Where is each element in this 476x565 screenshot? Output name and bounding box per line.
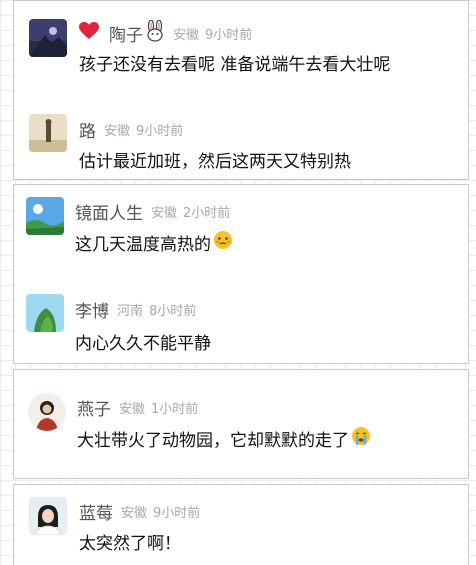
- comment-time: 8小时前: [149, 304, 197, 319]
- comment-item: 镜面人生 安徽 2小时前 这几天温度高热的: [14, 185, 468, 275]
- comment-text-content: 这几天温度高热的: [75, 235, 211, 255]
- comment-item: 蓝莓 安徽 9小时前 太突然了啊！: [14, 485, 468, 565]
- comment-card: 燕子 安徽 1小时前 大壮带火了动物园，它却默默的走了: [13, 369, 469, 479]
- comment-card: 陶子 安徽 9小时前 孩子还没有去看呢 准备说端午去看大壮呢 路 安徽 9小时前…: [13, 0, 469, 180]
- comment-location: 安徽: [121, 506, 148, 521]
- comment-location: 安徽: [151, 206, 178, 221]
- comment-text: 太突然了啊！: [79, 529, 181, 554]
- avatar[interactable]: [29, 497, 67, 535]
- heart-icon: [79, 22, 99, 44]
- comment-card: 蓝莓 安徽 9小时前 太突然了啊！: [13, 484, 469, 565]
- comment-header: 蓝莓 安徽 9小时前: [79, 499, 200, 524]
- comment-card: 镜面人生 安徽 2小时前 这几天温度高热的 李博 河南 8小时前 内心久久不能平…: [13, 184, 469, 364]
- comment-time: 9小时前: [153, 506, 201, 521]
- comment-text-content: 大壮带火了动物园，它却默默的走了: [77, 431, 349, 451]
- comment-location: 安徽: [173, 27, 200, 43]
- commenter-name[interactable]: 李博: [75, 297, 109, 322]
- commenter-name[interactable]: 路: [79, 117, 96, 142]
- comment-text: 内心久久不能平静: [75, 329, 211, 354]
- commenter-name[interactable]: 陶子: [109, 21, 143, 46]
- comment-text-content: 内心久久不能平静: [75, 334, 211, 354]
- comment-item: 陶子 安徽 9小时前 孩子还没有去看呢 准备说端午去看大壮呢: [14, 1, 468, 91]
- comment-text: 大壮带火了动物园，它却默默的走了: [77, 426, 371, 451]
- comment-location: 安徽: [119, 402, 146, 417]
- comment-item: 燕子 安徽 1小时前 大壮带火了动物园，它却默默的走了: [14, 370, 468, 480]
- bunny-icon: [145, 19, 165, 46]
- comment-time: 1小时前: [151, 402, 199, 417]
- comment-text: 孩子还没有去看呢 准备说端午去看大壮呢: [79, 50, 390, 75]
- commenter-name[interactable]: 燕子: [77, 395, 111, 420]
- comment-text: 估计最近加班，然后这两天又特别热: [79, 147, 351, 172]
- comment-text-content: 太突然了啊！: [79, 534, 181, 554]
- comment-text-content: 孩子还没有去看呢 准备说端午去看大壮呢: [79, 55, 391, 75]
- comment-item: 路 安徽 9小时前 估计最近加班，然后这两天又特别热: [14, 93, 468, 181]
- avatar[interactable]: [29, 19, 67, 57]
- crying-face-emoji: [351, 426, 371, 451]
- comment-time: 9小时前: [205, 27, 253, 43]
- comment-header: 镜面人生 安徽 2小时前: [75, 199, 230, 224]
- comment-location: 安徽: [104, 124, 131, 139]
- avatar[interactable]: [26, 197, 64, 235]
- comment-header: 燕子 安徽 1小时前: [77, 395, 198, 420]
- comment-time: 9小时前: [136, 124, 184, 139]
- avatar[interactable]: [29, 114, 67, 152]
- comment-text: 这几天温度高热的: [75, 230, 233, 255]
- comment-header: 李博 河南 8小时前: [75, 297, 196, 322]
- comment-header: 陶子 安徽 9小时前: [79, 19, 253, 46]
- comment-location: 河南: [117, 304, 144, 319]
- commenter-name[interactable]: 镜面人生: [75, 199, 143, 224]
- comment-header: 路 安徽 9小时前: [79, 117, 183, 142]
- comment-item: 李博 河南 8小时前 内心久久不能平静: [14, 277, 468, 365]
- comment-time: 2小时前: [183, 206, 231, 221]
- avatar[interactable]: [28, 393, 66, 431]
- comment-text-content: 估计最近加班，然后这两天又特别热: [79, 152, 351, 172]
- avatar[interactable]: [26, 294, 64, 332]
- commenter-name[interactable]: 蓝莓: [79, 499, 113, 524]
- hot-face-emoji: [213, 230, 233, 255]
